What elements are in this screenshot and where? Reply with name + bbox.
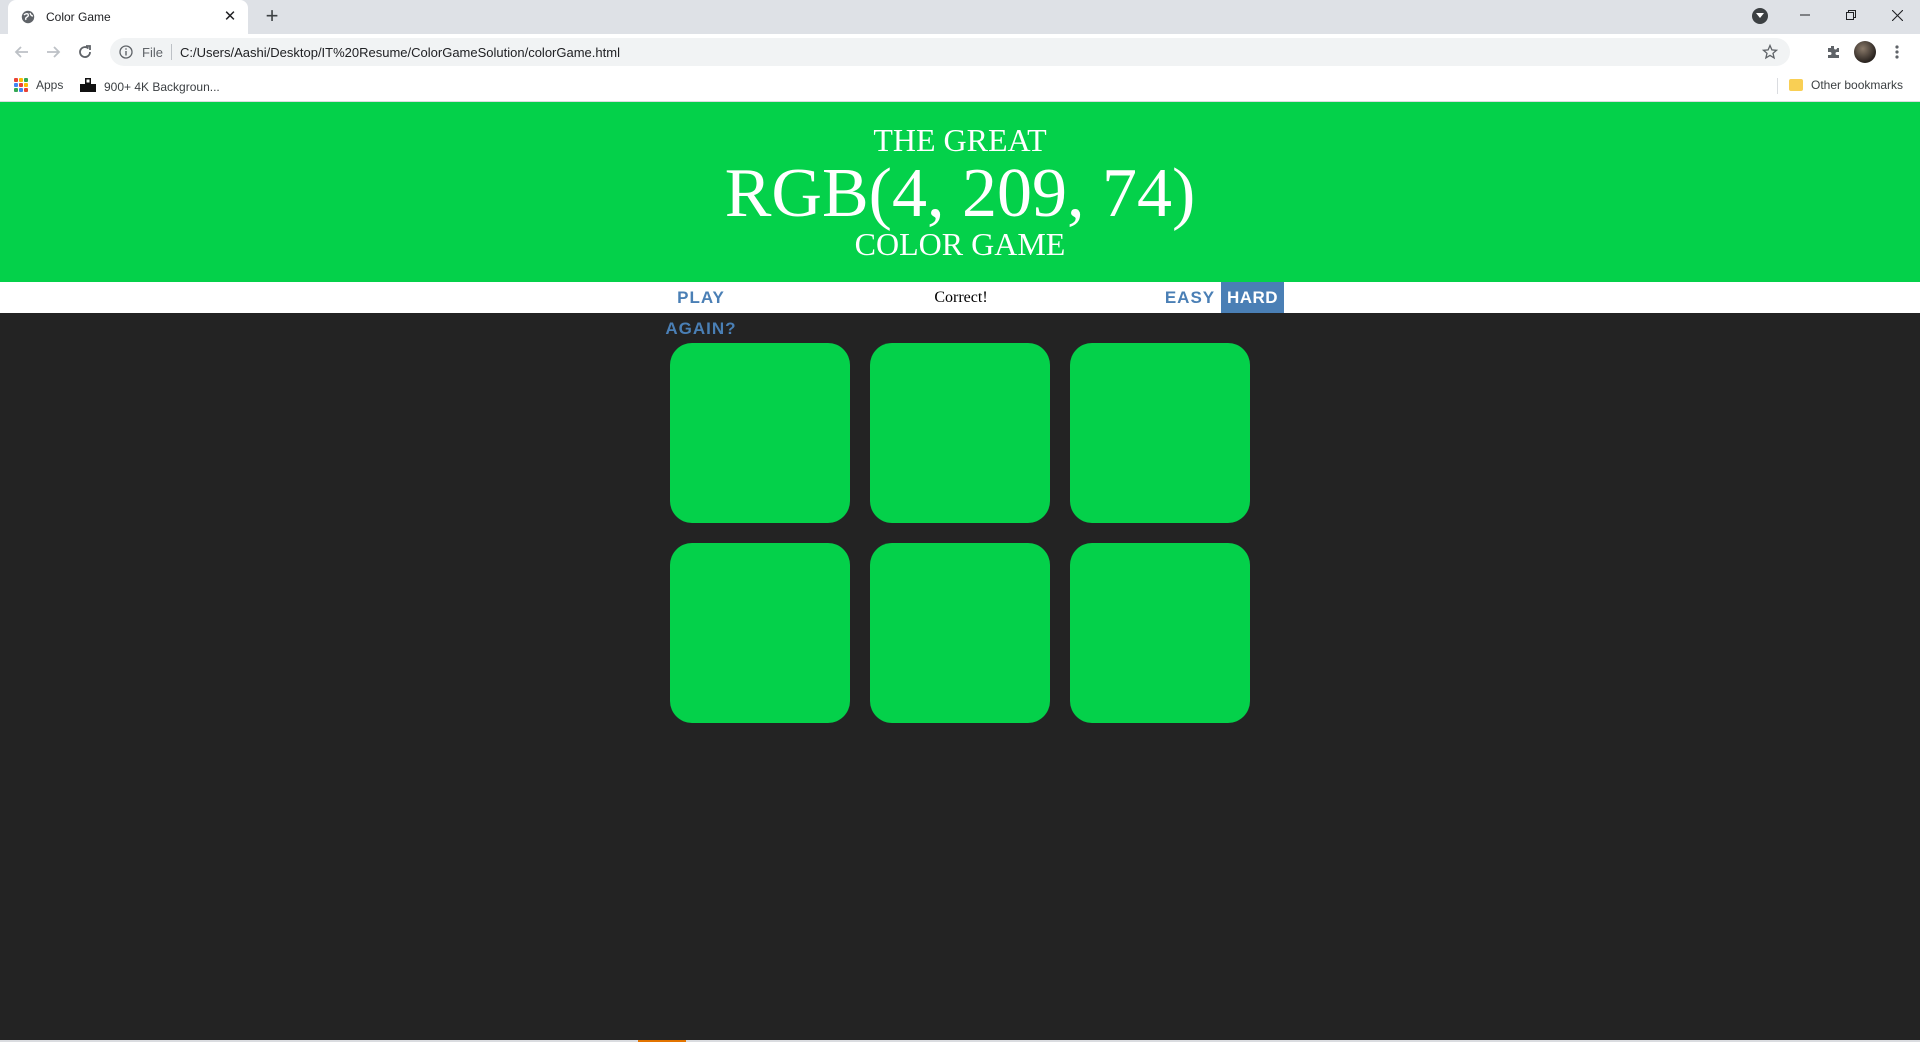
apps-grid-icon [14, 78, 28, 92]
site-favicon-icon [80, 78, 96, 95]
minimize-icon[interactable] [1782, 0, 1828, 30]
address-bar[interactable]: File C:/Users/Aashi/Desktop/IT%20Resume/… [110, 38, 1790, 66]
game-header: THE GREAT RGB(4, 209, 74) COLOR GAME [0, 102, 1920, 282]
browser-toolbar: File C:/Users/Aashi/Desktop/IT%20Resume/… [0, 34, 1920, 70]
back-icon[interactable] [10, 40, 34, 64]
color-square-4[interactable] [670, 543, 850, 723]
other-bookmarks-label: Other bookmarks [1811, 78, 1904, 92]
new-tab-button[interactable]: + [260, 5, 284, 29]
bookmarks-divider [1777, 78, 1778, 94]
bookmark-item-label: 900+ 4K Backgroun... [104, 79, 220, 94]
header-line-color-game: COLOR GAME [854, 226, 1066, 262]
bookmark-apps-label: Apps [36, 78, 64, 92]
bookmark-item[interactable]: 900+ 4K Backgroun... [80, 78, 220, 95]
color-square-5[interactable] [870, 543, 1050, 723]
tab-color-game[interactable]: Color Game ✕ [8, 0, 248, 34]
rgb-display: RGB(4, 209, 74) [724, 155, 1196, 232]
folder-icon [1789, 79, 1803, 91]
status-message: Correct! [934, 289, 988, 306]
avatar [1854, 41, 1876, 63]
address-scheme: File [142, 44, 163, 60]
play-again-button[interactable]: PLAY AGAIN? [640, 282, 762, 338]
globe-icon [20, 9, 36, 25]
address-separator [170, 44, 172, 60]
easy-mode-button[interactable]: EASY [1158, 282, 1222, 313]
bookmark-apps[interactable]: Apps [14, 78, 63, 92]
hard-mode-button[interactable]: HARD [1221, 282, 1284, 313]
menu-kebab-icon[interactable] [1885, 40, 1909, 64]
forward-icon[interactable] [41, 40, 65, 64]
tab-title: Color Game [46, 10, 111, 24]
profile-avatar[interactable] [1853, 40, 1877, 64]
color-square-6[interactable] [1070, 543, 1250, 723]
tab-search-icon[interactable] [1752, 8, 1768, 24]
extensions-icon[interactable] [1821, 40, 1845, 64]
color-square-3[interactable] [1070, 343, 1250, 523]
bookmark-star-icon[interactable] [1762, 44, 1778, 60]
tab-strip: Color Game ✕ + [0, 0, 1920, 34]
color-square-1[interactable] [670, 343, 850, 523]
close-window-icon[interactable] [1874, 0, 1920, 30]
address-url[interactable]: C:/Users/Aashi/Desktop/IT%20Resume/Color… [180, 45, 620, 60]
control-stripe: PLAY AGAIN? Correct! EASY HARD [0, 282, 1920, 338]
info-icon[interactable] [118, 44, 134, 60]
tab-close-icon[interactable]: ✕ [222, 9, 238, 25]
reload-icon[interactable] [73, 40, 97, 64]
color-game-page: THE GREAT RGB(4, 209, 74) COLOR GAME PLA… [0, 102, 1920, 1042]
bookmarks-bar: Apps 900+ 4K Backgroun... Other bookmark… [0, 70, 1920, 102]
other-bookmarks[interactable]: Other bookmarks [1789, 78, 1903, 92]
restore-icon[interactable] [1828, 0, 1874, 30]
color-square-2[interactable] [870, 343, 1050, 523]
